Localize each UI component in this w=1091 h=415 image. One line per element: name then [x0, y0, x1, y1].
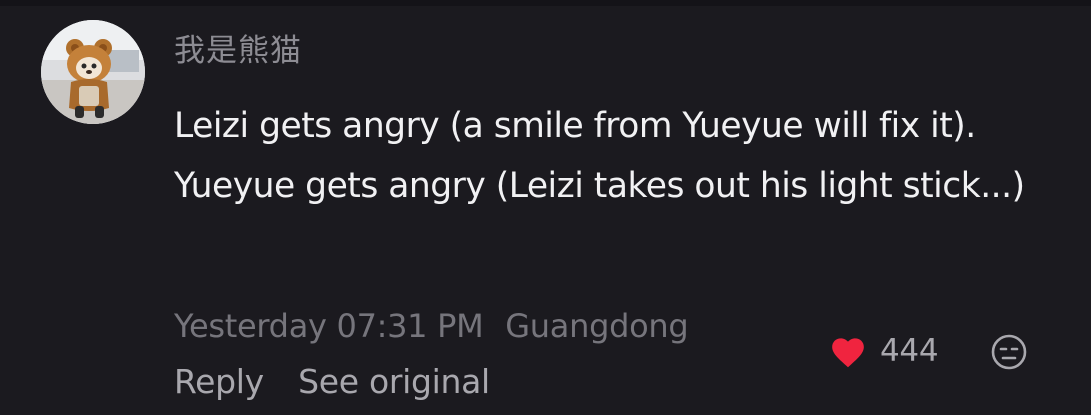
- reply-button[interactable]: Reply: [174, 361, 264, 403]
- emoji-reaction-button[interactable]: [990, 333, 1028, 371]
- like-count: 444: [880, 333, 939, 369]
- comment-username[interactable]: 我是熊猫: [174, 31, 302, 71]
- see-original-button[interactable]: See original: [298, 361, 490, 403]
- avatar[interactable]: [41, 20, 145, 124]
- comment-timestamp: Yesterday 07:31 PM: [174, 307, 484, 345]
- heart-icon: [832, 338, 864, 368]
- like-button[interactable]: 444: [829, 330, 939, 372]
- comment-item: 我是熊猫 Leizi gets angry (a smile from Yuey…: [0, 0, 1091, 415]
- comment-actions: Reply See original: [174, 361, 490, 403]
- comment-location: Guangdong: [505, 307, 689, 345]
- comment-meta: Yesterday 07:31 PM Guangdong: [174, 305, 689, 347]
- bear-avatar-icon: [41, 20, 145, 124]
- emoji-face-icon: [991, 334, 1027, 370]
- comment-text: Leizi gets angry (a smile from Yueyue wi…: [174, 106, 1025, 206]
